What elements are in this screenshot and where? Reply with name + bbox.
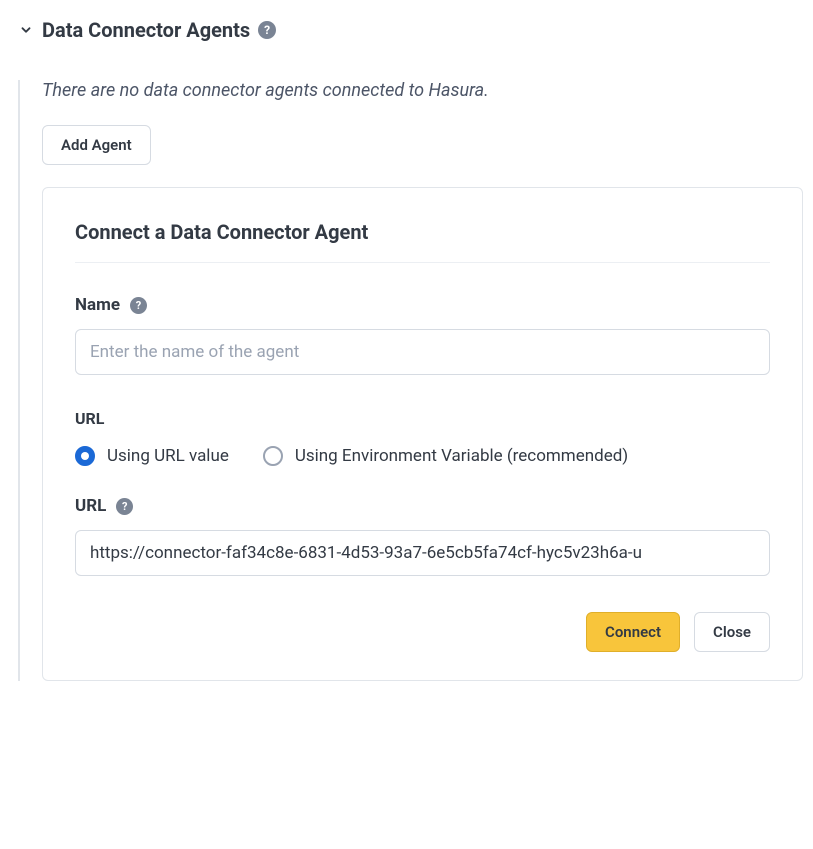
section-body: There are no data connector agents conne…: [18, 80, 803, 681]
help-icon[interactable]: ?: [258, 21, 276, 39]
help-icon[interactable]: ?: [130, 297, 147, 314]
name-field-group: Name ?: [75, 295, 770, 375]
radio-selected-icon: [75, 446, 95, 466]
form-actions: Connect Close: [75, 612, 770, 652]
name-label: Name: [75, 295, 120, 315]
close-button[interactable]: Close: [694, 612, 770, 652]
add-agent-button[interactable]: Add Agent: [42, 125, 151, 165]
section-header: Data Connector Agents ?: [18, 18, 803, 42]
url-field-label: URL: [75, 496, 106, 516]
card-title: Connect a Data Connector Agent: [75, 220, 770, 263]
radio-unselected-icon: [263, 446, 283, 466]
url-source-group: URL Using URL value Using Environment Va…: [75, 409, 770, 576]
connect-agent-card: Connect a Data Connector Agent Name ? UR…: [42, 187, 803, 681]
radio-using-url-value[interactable]: Using URL value: [75, 446, 229, 466]
chevron-down-icon[interactable]: [18, 22, 34, 38]
empty-state-text: There are no data connector agents conne…: [42, 80, 803, 101]
section-title: Data Connector Agents: [42, 18, 250, 42]
name-input[interactable]: [75, 329, 770, 375]
help-icon[interactable]: ?: [116, 498, 133, 515]
radio-label: Using Environment Variable (recommended): [295, 446, 628, 466]
url-section-label: URL: [75, 409, 770, 428]
radio-using-env-var[interactable]: Using Environment Variable (recommended): [263, 446, 628, 466]
url-input[interactable]: [75, 530, 770, 576]
connect-button[interactable]: Connect: [586, 612, 680, 652]
radio-label: Using URL value: [107, 446, 229, 466]
